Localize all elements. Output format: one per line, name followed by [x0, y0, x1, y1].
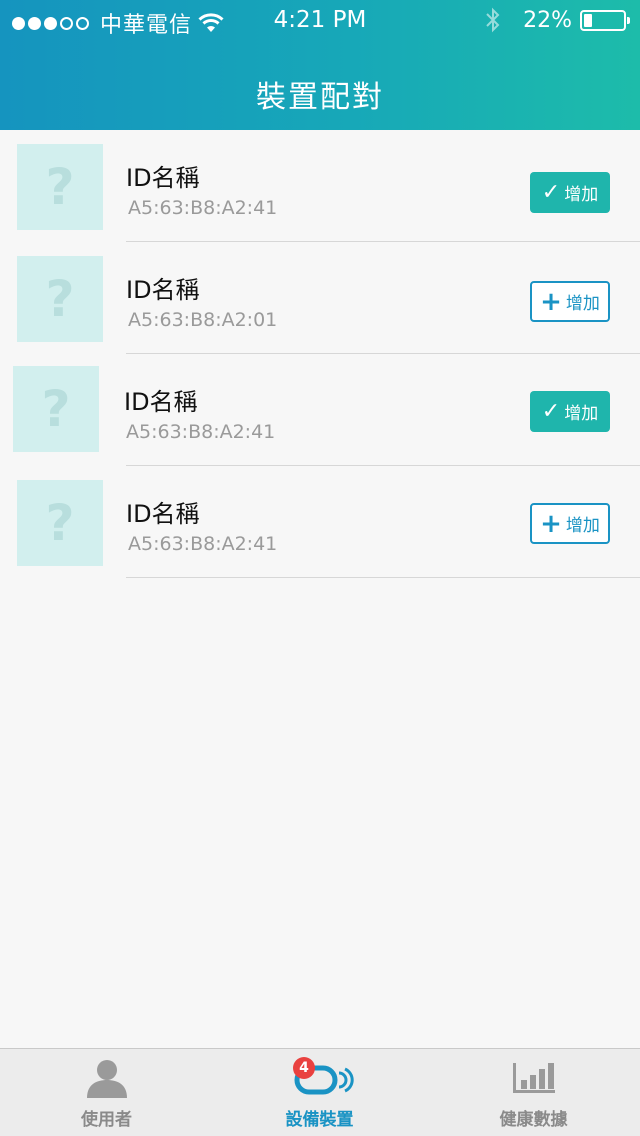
device-mac: A5:63:B8:A2:41	[128, 533, 278, 555]
device-name: ID名稱	[126, 500, 200, 528]
user-icon	[86, 1060, 127, 1098]
plus-icon: +	[540, 286, 562, 317]
bluetooth-icon	[486, 7, 500, 33]
device-mac: A5:63:B8:A2:41	[126, 421, 276, 443]
tab-label: 設備裝置	[285, 1110, 354, 1130]
tab-label: 健康數據	[499, 1110, 568, 1130]
add-device-button[interactable]: + 增加	[530, 281, 610, 322]
page-title: 裝置配對	[256, 80, 384, 115]
device-thumbnail: ?	[17, 256, 103, 342]
battery-percent: 22%	[523, 7, 572, 33]
device-name: ID名稱	[124, 388, 198, 416]
status-right: 22%	[485, 7, 630, 33]
row-divider	[126, 577, 640, 578]
device-mac: A5:63:B8:A2:41	[128, 197, 278, 219]
checkmark-icon: ✓	[541, 179, 561, 205]
device-list: ? ID名稱 A5:63:B8:A2:41 ✓ 增加 ? ID名稱 A5:63:…	[0, 130, 640, 578]
device-thumbnail: ?	[17, 480, 103, 566]
device-mac: A5:63:B8:A2:01	[128, 309, 278, 331]
tab-devices[interactable]: 4 設備裝置	[213, 1049, 426, 1136]
add-button-label: 增加	[564, 404, 599, 424]
add-button-label: 增加	[565, 516, 600, 536]
checkmark-icon: ✓	[541, 398, 561, 424]
battery-icon	[580, 9, 630, 31]
add-device-button[interactable]: + 增加	[530, 503, 610, 544]
device-name: ID名稱	[126, 164, 200, 192]
question-mark-icon: ?	[45, 158, 75, 216]
device-name: ID名稱	[126, 276, 200, 304]
question-mark-icon: ?	[45, 494, 75, 552]
device-row: ? ID名稱 A5:63:B8:A2:01 + 增加	[0, 242, 640, 354]
header: 中華電信 4:21 PM 22% 裝置配對	[0, 0, 640, 130]
tab-user[interactable]: 使用者	[0, 1049, 213, 1136]
add-button-label: 增加	[564, 185, 599, 205]
device-thumbnail: ?	[13, 366, 99, 452]
question-mark-icon: ?	[45, 270, 75, 328]
add-button-label: 增加	[565, 294, 600, 314]
device-row: ? ID名稱 A5:63:B8:A2:41 ✓ 增加	[0, 130, 640, 242]
device-count-badge: 4	[293, 1057, 315, 1079]
plus-icon: +	[540, 508, 562, 539]
tab-label: 使用者	[81, 1110, 132, 1130]
tab-bar: 使用者 4 設備裝置 健康數據	[0, 1048, 640, 1136]
device-row: ? ID名稱 A5:63:B8:A2:41 ✓ 增加	[0, 354, 640, 466]
device-row: ? ID名稱 A5:63:B8:A2:41 + 增加	[0, 466, 640, 578]
chart-icon	[512, 1063, 555, 1093]
device-thumbnail: ?	[17, 144, 103, 230]
tab-health-data[interactable]: 健康數據	[427, 1049, 640, 1136]
add-device-button[interactable]: ✓ 增加	[530, 172, 610, 213]
add-device-button[interactable]: ✓ 增加	[530, 391, 610, 432]
question-mark-icon: ?	[41, 380, 71, 438]
status-bar: 中華電信 4:21 PM 22%	[0, 0, 640, 42]
battery-fill	[584, 13, 592, 27]
